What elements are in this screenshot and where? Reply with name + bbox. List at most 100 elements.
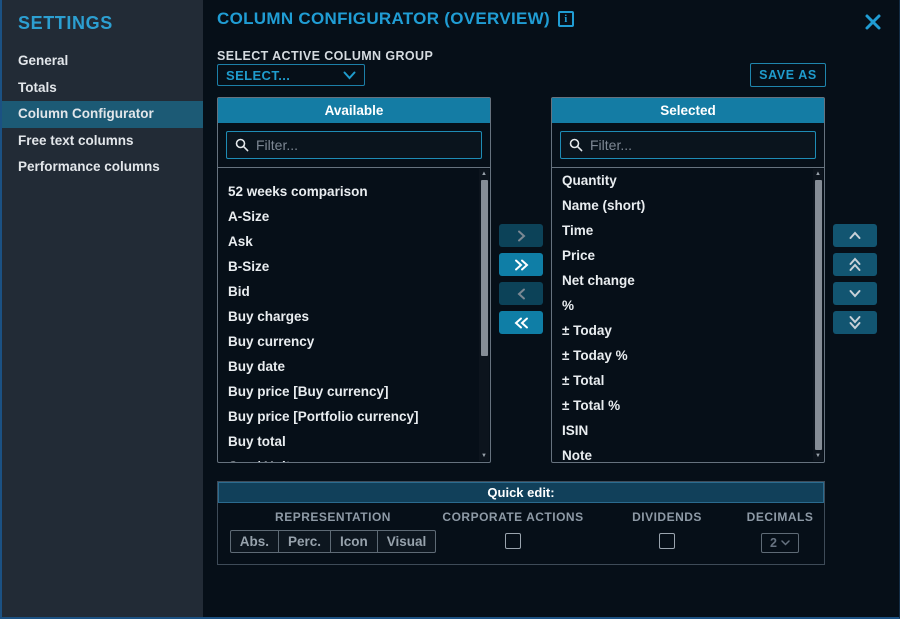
page-title: COLUMN CONFIGURATOR (OVERVIEW) i <box>217 9 574 29</box>
decimals-group: DECIMALS 2 <box>736 510 824 553</box>
dual-list-area: Available 52 weeks comparison A-Size Ask… <box>217 97 877 463</box>
list-item[interactable]: B-Size <box>218 254 478 279</box>
sidebar-item-general[interactable]: General <box>2 48 203 75</box>
quick-edit-body: REPRESENTATION Abs. Perc. Icon Visual CO… <box>218 503 824 564</box>
sidebar-item-label: Performance columns <box>18 159 160 174</box>
scrollbar-thumb[interactable] <box>815 180 822 450</box>
selected-filter-input[interactable] <box>590 137 807 153</box>
list-item[interactable]: Buy currency <box>218 329 478 354</box>
list-item[interactable]: Time <box>552 218 812 243</box>
list-item[interactable]: Buy date <box>218 354 478 379</box>
list-item[interactable]: Name (short) <box>552 193 812 218</box>
representation-label: REPRESENTATION <box>275 510 391 524</box>
sidebar-item-label: Column Configurator <box>18 106 154 121</box>
sidebar-item-label: General <box>18 53 68 68</box>
list-item[interactable]: ISIN <box>552 418 812 443</box>
representation-group: REPRESENTATION Abs. Perc. Icon Visual <box>238 510 428 553</box>
sidebar-item-label: Totals <box>18 80 57 95</box>
list-item[interactable]: Buy charges <box>218 304 478 329</box>
column-group-select[interactable]: SELECT... <box>217 64 365 86</box>
double-chevron-up-icon <box>849 257 861 272</box>
save-as-button[interactable]: SAVE AS <box>750 63 826 87</box>
decimals-select[interactable]: 2 <box>761 533 799 553</box>
save-as-label: SAVE AS <box>759 68 817 82</box>
scroll-up-icon[interactable]: ▲ <box>813 169 823 179</box>
list-item[interactable]: Ask <box>218 229 478 254</box>
available-scrollbar[interactable]: ▲ ▼ <box>479 169 489 461</box>
double-chevron-left-icon <box>514 317 529 329</box>
sidebar-item-free-text-columns[interactable]: Free text columns <box>2 128 203 155</box>
representation-segmented-control: Abs. Perc. Icon Visual <box>230 530 437 553</box>
search-icon <box>235 138 249 152</box>
move-top-button[interactable] <box>833 253 877 276</box>
sidebar-title: SETTINGS <box>2 0 203 48</box>
list-item[interactable]: % <box>552 293 812 318</box>
list-item[interactable]: Bid <box>218 279 478 304</box>
available-list: 52 weeks comparison A-Size Ask B-Size Bi… <box>218 167 490 462</box>
selected-panel: Selected Quantity Name (short) Time Pric… <box>551 97 825 463</box>
chevron-down-icon <box>781 540 790 546</box>
page-title-text: COLUMN CONFIGURATOR (OVERVIEW) <box>217 9 550 29</box>
list-item[interactable]: Buy total <box>218 429 478 454</box>
list-item[interactable]: Note <box>552 443 812 462</box>
dividends-label: DIVIDENDS <box>632 510 702 524</box>
available-list-items: 52 weeks comparison A-Size Ask B-Size Bi… <box>218 168 478 462</box>
selected-filter-wrap <box>552 123 824 167</box>
list-item[interactable]: A-Size <box>218 204 478 229</box>
move-all-left-button[interactable] <box>499 311 543 334</box>
sidebar-item-performance-columns[interactable]: Performance columns <box>2 154 203 181</box>
info-icon[interactable]: i <box>558 11 574 27</box>
available-panel: Available 52 weeks comparison A-Size Ask… <box>217 97 491 463</box>
transfer-buttons <box>491 97 551 463</box>
scroll-down-icon[interactable]: ▼ <box>479 451 489 461</box>
list-item[interactable]: ± Total <box>552 368 812 393</box>
scroll-down-icon[interactable]: ▼ <box>813 451 823 461</box>
scroll-up-icon[interactable]: ▲ <box>479 169 489 179</box>
available-panel-header: Available <box>218 98 490 123</box>
scrollbar-thumb[interactable] <box>481 180 488 356</box>
move-left-button[interactable] <box>499 282 543 305</box>
move-up-button[interactable] <box>833 224 877 247</box>
selected-list-items: Quantity Name (short) Time Price Net cha… <box>552 168 812 462</box>
list-item[interactable]: Buy price [Buy currency] <box>218 379 478 404</box>
settings-window: SETTINGS General Totals Column Configura… <box>0 0 900 619</box>
double-chevron-down-icon <box>849 315 861 330</box>
select-active-column-group-label: SELECT ACTIVE COLUMN GROUP <box>217 49 433 63</box>
column-group-select-value: SELECT... <box>226 68 290 83</box>
list-item[interactable]: ± Today <box>552 318 812 343</box>
list-item[interactable]: Ccy / Unit <box>218 454 478 462</box>
representation-icon-button[interactable]: Icon <box>331 530 378 553</box>
quick-edit-title: Quick edit: <box>218 482 824 503</box>
list-item[interactable]: Quantity <box>552 168 812 193</box>
move-down-button[interactable] <box>833 282 877 305</box>
dividends-checkbox[interactable] <box>659 533 675 549</box>
list-item[interactable]: Price <box>552 243 812 268</box>
list-item[interactable]: Net change <box>552 268 812 293</box>
list-item[interactable]: ± Today % <box>552 343 812 368</box>
selected-scrollbar[interactable]: ▲ ▼ <box>813 169 823 461</box>
main-panel: COLUMN CONFIGURATOR (OVERVIEW) i SELECT … <box>203 0 899 617</box>
representation-abs-button[interactable]: Abs. <box>230 530 279 553</box>
sidebar-item-label: Free text columns <box>18 133 134 148</box>
sidebar-item-totals[interactable]: Totals <box>2 75 203 102</box>
list-item[interactable]: Buy price [Portfolio currency] <box>218 404 478 429</box>
representation-perc-button[interactable]: Perc. <box>279 530 331 553</box>
decimals-value: 2 <box>770 536 777 550</box>
dividends-group: DIVIDENDS <box>598 510 736 549</box>
sidebar: SETTINGS General Totals Column Configura… <box>2 0 203 617</box>
chevron-left-icon <box>517 288 526 300</box>
corporate-actions-checkbox[interactable] <box>505 533 521 549</box>
close-icon[interactable] <box>864 13 882 31</box>
sidebar-item-column-configurator[interactable]: Column Configurator <box>2 101 203 128</box>
move-right-button[interactable] <box>499 224 543 247</box>
selected-list: Quantity Name (short) Time Price Net cha… <box>552 167 824 462</box>
move-all-right-button[interactable] <box>499 253 543 276</box>
list-item[interactable]: ± Total % <box>552 393 812 418</box>
selected-panel-header: Selected <box>552 98 824 123</box>
chevron-down-icon <box>849 289 861 298</box>
available-filter-input[interactable] <box>256 137 473 153</box>
list-item[interactable]: 52 weeks comparison <box>218 179 478 204</box>
move-bottom-button[interactable] <box>833 311 877 334</box>
decimals-label: DECIMALS <box>747 510 814 524</box>
double-chevron-right-icon <box>514 259 529 271</box>
